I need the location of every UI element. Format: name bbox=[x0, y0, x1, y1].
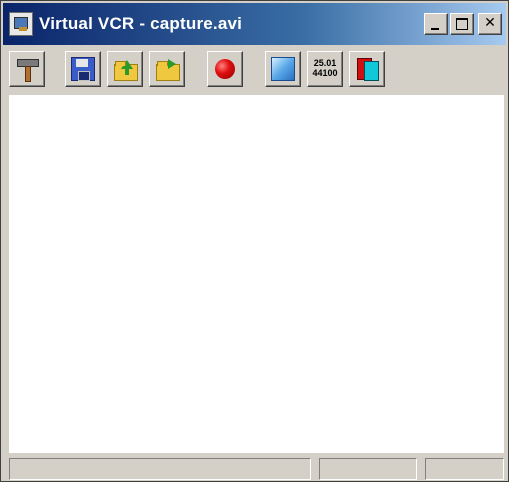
close-button[interactable]: ✕ bbox=[478, 13, 502, 35]
fps-value: 25.01 bbox=[313, 58, 337, 68]
window-controls: ✕ bbox=[424, 13, 502, 35]
record-button[interactable] bbox=[207, 51, 243, 87]
frame-rate-button[interactable]: 25.01 44100 bbox=[307, 51, 343, 87]
main-window: Virtual VCR - capture.avi ✕ 25.01 44100 bbox=[0, 0, 509, 482]
status-pane-2 bbox=[319, 458, 417, 480]
folder-open-icon bbox=[113, 57, 138, 81]
record-icon bbox=[213, 57, 237, 81]
toolbar: 25.01 44100 bbox=[3, 47, 506, 93]
floppy-disk-icon bbox=[71, 57, 95, 81]
settings-button[interactable] bbox=[9, 51, 45, 87]
status-pane-3 bbox=[425, 458, 504, 480]
window-title: Virtual VCR - capture.avi bbox=[39, 14, 243, 33]
arrow-right-icon bbox=[168, 59, 176, 69]
save-button[interactable] bbox=[65, 51, 101, 87]
status-bar bbox=[3, 455, 506, 481]
preview-area[interactable] bbox=[9, 95, 504, 453]
title-bar[interactable]: Virtual VCR - capture.avi ✕ bbox=[3, 3, 506, 45]
screen-icon bbox=[271, 57, 295, 81]
maximize-button[interactable] bbox=[450, 13, 474, 35]
minimize-button[interactable] bbox=[424, 13, 448, 35]
rate-icon: 25.01 44100 bbox=[310, 58, 340, 80]
folder-arrow-icon bbox=[155, 57, 180, 81]
open-button[interactable] bbox=[107, 51, 143, 87]
app-icon[interactable] bbox=[9, 12, 33, 36]
colors-icon bbox=[355, 57, 379, 81]
capture-window-button[interactable] bbox=[265, 51, 301, 87]
export-button[interactable] bbox=[149, 51, 185, 87]
audio-rate-value: 44100 bbox=[312, 68, 338, 78]
hammer-icon bbox=[15, 57, 39, 82]
color-format-button[interactable] bbox=[349, 51, 385, 87]
status-pane-1 bbox=[9, 458, 311, 480]
